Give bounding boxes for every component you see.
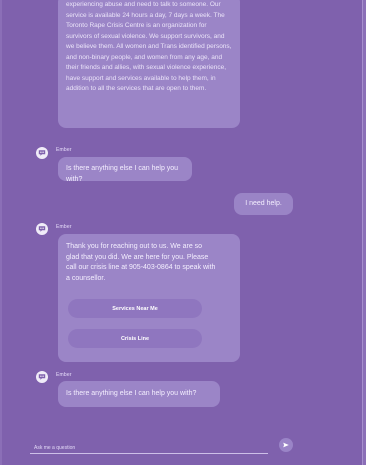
chat-bubble-icon bbox=[38, 226, 46, 232]
message-input[interactable]: Ask me a question bbox=[34, 445, 75, 451]
bot-avatar bbox=[36, 371, 48, 383]
bot-message-bubble: experiencing abuse and need to talk to s… bbox=[58, 0, 240, 128]
bot-name: Ember bbox=[56, 372, 72, 378]
input-underline bbox=[30, 453, 268, 454]
bot-name: Ember bbox=[56, 224, 72, 230]
crisis-line-button[interactable]: Crisis Line bbox=[68, 329, 202, 348]
bot-message-bubble: Is there anything else I can help you wi… bbox=[58, 157, 192, 183]
send-icon bbox=[283, 442, 289, 448]
bot-avatar bbox=[36, 147, 48, 159]
user-message-bubble: I need help. bbox=[234, 193, 293, 215]
send-button[interactable] bbox=[279, 438, 293, 452]
user-message-text: I need help. bbox=[245, 200, 282, 207]
bot-message-text: Is there anything else I can help you wi… bbox=[66, 165, 179, 183]
bot-avatar bbox=[36, 223, 48, 235]
bot-message-text: Thank you for reaching out to us. We are… bbox=[66, 243, 216, 282]
bot-message-text: Is there anything else I can help you wi… bbox=[66, 390, 197, 397]
chat-window: experiencing abuse and need to talk to s… bbox=[2, 0, 363, 465]
services-near-me-button[interactable]: Services Near Me bbox=[68, 299, 202, 318]
bot-message-text: experiencing abuse and need to talk to s… bbox=[66, 1, 232, 92]
bot-message-bubble: Is there anything else I can help you wi… bbox=[58, 381, 220, 407]
chat-bubble-icon bbox=[38, 374, 46, 380]
chat-bubble-icon bbox=[38, 150, 46, 156]
bot-name: Ember bbox=[56, 147, 72, 153]
